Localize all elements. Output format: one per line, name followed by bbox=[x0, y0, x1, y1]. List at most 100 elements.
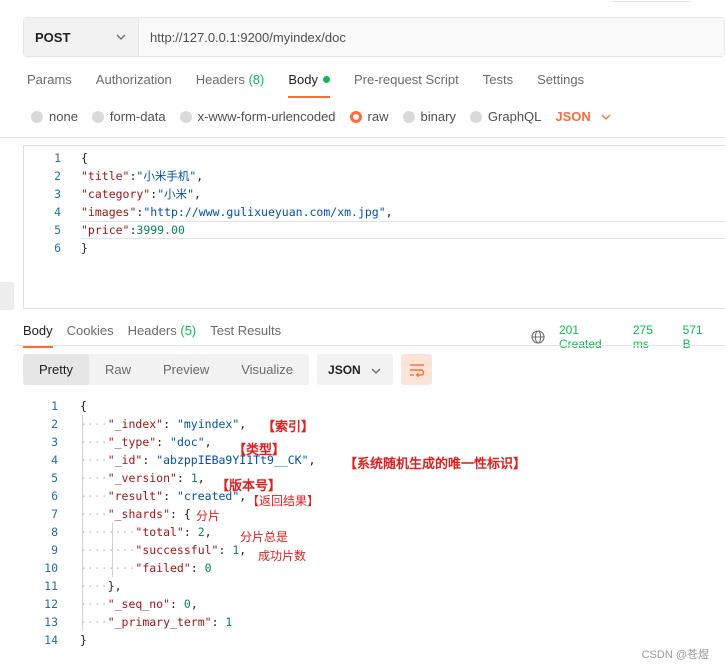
view-pretty-button[interactable]: Pretty bbox=[23, 354, 89, 385]
status-code[interactable]: 201 Created bbox=[559, 323, 619, 351]
json-string: "小米" bbox=[157, 187, 195, 201]
postman-window: { "request": { "method": "POST", "url": … bbox=[0, 0, 725, 668]
view-visualize-button[interactable]: Visualize bbox=[225, 354, 309, 385]
tab-settings[interactable]: Settings bbox=[537, 71, 584, 97]
globe-icon[interactable] bbox=[531, 330, 545, 344]
tab-label: Settings bbox=[537, 72, 585, 87]
response-format-select[interactable]: JSON bbox=[317, 354, 394, 385]
radio-label: binary bbox=[420, 109, 456, 124]
tab-test-results[interactable]: Test Results bbox=[210, 323, 281, 347]
view-preview-button[interactable]: Preview bbox=[147, 354, 225, 385]
tab-body[interactable]: Body bbox=[288, 71, 330, 98]
code-text: ····"_version": 1, bbox=[80, 471, 205, 485]
tab-params[interactable]: Params bbox=[27, 71, 72, 97]
tab-label: Cookies bbox=[66, 323, 114, 338]
wrap-lines-button[interactable] bbox=[401, 354, 433, 385]
json-key: "_index" bbox=[107, 417, 164, 431]
radio-label: raw bbox=[367, 109, 389, 124]
tab-label: Params bbox=[27, 72, 72, 87]
annotation-total: 分片总是 bbox=[240, 530, 289, 544]
line-number: 5 bbox=[54, 223, 61, 237]
json-key: "_type" bbox=[107, 435, 157, 449]
divider bbox=[0, 137, 725, 138]
code-text: "images":"http://www.gulixueyuan.com/xm.… bbox=[81, 205, 393, 219]
url-text: http://127.0.0.1:9200/myindex/doc bbox=[150, 29, 346, 45]
json-key: "category" bbox=[81, 187, 151, 201]
code-text: ····"_shards": { bbox=[80, 507, 191, 521]
code-text: } bbox=[80, 633, 87, 647]
radio-x-www-form-urlencoded[interactable]: x-www-form-urlencoded bbox=[179, 109, 336, 124]
headers-count: (8) bbox=[248, 72, 265, 87]
top-strip bbox=[0, 0, 725, 6]
code-text: { bbox=[80, 399, 87, 413]
radio-graphql[interactable]: GraphQL bbox=[469, 109, 541, 124]
tab-pre-request-script[interactable]: Pre-request Script bbox=[354, 71, 459, 97]
url-input[interactable]: http://127.0.0.1:9200/myindex/doc bbox=[139, 18, 724, 56]
tab-response-body[interactable]: Body bbox=[23, 323, 53, 348]
radio-label: none bbox=[49, 109, 78, 124]
tab-headers[interactable]: Headers (8) bbox=[196, 71, 265, 97]
line-number: 3 bbox=[54, 187, 61, 201]
tab-label: Headers bbox=[195, 72, 245, 87]
line-number: 5 bbox=[51, 471, 58, 485]
radio-label: form-data bbox=[109, 109, 166, 124]
json-brace: }, bbox=[107, 579, 122, 593]
annotation-shards: 分片 bbox=[196, 509, 221, 523]
response-size[interactable]: 571 B bbox=[683, 323, 711, 351]
radio-none[interactable]: none bbox=[31, 109, 78, 124]
radio-label: x-www-form-urlencoded bbox=[197, 109, 336, 124]
json-string: "doc" bbox=[170, 435, 205, 449]
tab-tests[interactable]: Tests bbox=[483, 71, 513, 97]
line-number: 14 bbox=[44, 633, 58, 647]
request-url-bar: POST http://127.0.0.1:9200/myindex/doc bbox=[23, 17, 725, 57]
view-raw-button[interactable]: Raw bbox=[89, 354, 147, 385]
json-number: 0 bbox=[204, 561, 212, 575]
request-body-editor[interactable]: 1 { 2 "title":"小米手机", 3 "category":"小米", 4 "… bbox=[23, 145, 725, 309]
line-number: 4 bbox=[51, 453, 58, 467]
json-string: "小米手机" bbox=[136, 169, 197, 183]
line-number: 13 bbox=[44, 615, 58, 629]
line-number: 10 bbox=[44, 561, 58, 575]
response-body-viewer[interactable]: 1 { 2 ····"_index": "myindex", 3 ····"_type… bbox=[18, 397, 725, 649]
json-number: 1 bbox=[225, 615, 233, 629]
radio-circle bbox=[179, 110, 192, 123]
line-number: 12 bbox=[44, 597, 58, 611]
tab-cookies[interactable]: Cookies bbox=[67, 323, 114, 347]
json-number: 3999.00 bbox=[136, 223, 185, 237]
method-select[interactable]: POST bbox=[24, 18, 139, 56]
line-number: 8 bbox=[51, 525, 58, 539]
chevron-down-icon bbox=[371, 368, 381, 374]
code-text: ········"failed": 0 bbox=[80, 561, 212, 575]
body-indicator-dot bbox=[322, 76, 330, 83]
json-key: "result" bbox=[107, 489, 164, 503]
tab-authorization[interactable]: Authorization bbox=[96, 71, 172, 97]
line-number: 11 bbox=[44, 579, 58, 593]
code-text: "category":"小米", bbox=[81, 187, 201, 201]
sidebar-edge bbox=[0, 282, 14, 310]
radio-raw[interactable]: raw bbox=[349, 109, 389, 124]
tab-label: Test Results bbox=[210, 323, 282, 338]
body-format-select[interactable]: JSON bbox=[555, 109, 611, 124]
code-text: { bbox=[81, 151, 88, 165]
response-view-bar: Pretty Raw Preview Visualize JSON bbox=[23, 354, 433, 385]
json-key: "_seq_no" bbox=[107, 597, 171, 611]
chevron-down-icon bbox=[116, 34, 126, 40]
headers-count: (5) bbox=[180, 323, 197, 338]
top-tab-edge bbox=[611, 0, 691, 2]
tab-response-headers[interactable]: Headers (5) bbox=[128, 323, 197, 347]
code-text: } bbox=[81, 241, 88, 255]
radio-circle-selected bbox=[349, 110, 362, 123]
line-number: 2 bbox=[51, 417, 58, 431]
json-number: 1 bbox=[190, 471, 198, 485]
response-time[interactable]: 275 ms bbox=[633, 323, 669, 351]
radio-form-data[interactable]: form-data bbox=[91, 109, 166, 124]
json-number: 0 bbox=[183, 597, 191, 611]
json-key: "price" bbox=[81, 223, 130, 237]
line-number: 6 bbox=[54, 241, 61, 255]
body-type-radios: none form-data x-www-form-urlencoded raw… bbox=[31, 109, 611, 124]
line-number: 2 bbox=[54, 169, 61, 183]
tab-label: Body bbox=[23, 323, 53, 338]
line-number: 9 bbox=[51, 543, 58, 557]
code-text: "price":3999.00 bbox=[81, 223, 185, 237]
radio-binary[interactable]: binary bbox=[402, 109, 456, 124]
